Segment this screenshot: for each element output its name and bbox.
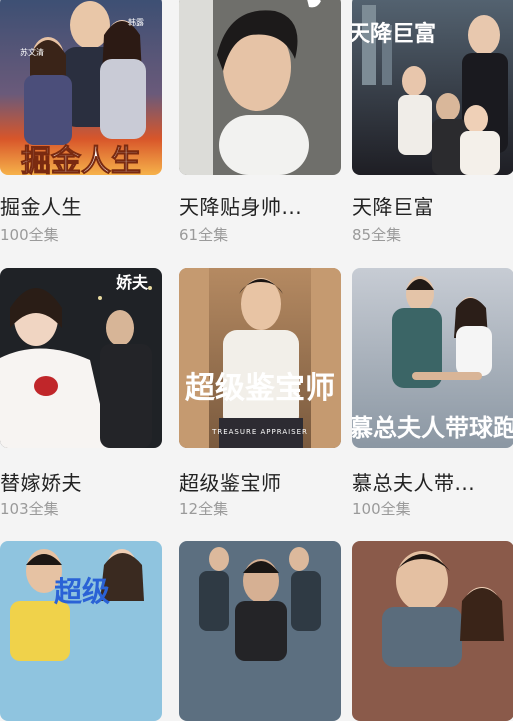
poster-title-text: 娇夫 [116,273,149,292]
poster-title-text: 慕总夫人带球跑 [352,413,513,442]
drama-episodes: 100全集 [352,500,411,518]
drama-grid: 掘金人生 苏文清 韩露 掘金人生 100全集 天降贴身帅... 61全集 天降巨… [0,0,513,721]
drama-episodes: 61全集 [179,226,229,244]
poster-tag: 韩露 [128,17,144,27]
drama-episodes: 103全集 [0,500,59,518]
drama-title[interactable]: 天降贴身帅... [179,191,302,220]
drama-title[interactable]: 掘金人生 [0,191,82,220]
poster-title-text: 天降巨富 [352,21,436,47]
drama-episodes: 100全集 [0,226,59,244]
drama-title[interactable]: 超级鉴宝师 [179,467,282,496]
drama-poster[interactable]: 超级鉴宝师 TREASURE APPRAISER [179,268,341,448]
drama-poster[interactable]: 慕总夫人带球跑 [352,268,513,448]
poster-subtitle-text: TREASURE APPRAISER [211,428,308,436]
drama-poster[interactable] [179,541,341,721]
drama-poster[interactable]: 超级 [0,541,162,721]
drama-poster[interactable]: 天降巨富 [352,0,513,175]
drama-episodes: 12全集 [179,500,229,518]
poster-tag: 苏文清 [20,47,44,57]
drama-poster[interactable] [179,0,341,175]
drama-title[interactable]: 替嫁娇夫 [0,467,82,496]
drama-episodes: 85全集 [352,226,402,244]
drama-poster[interactable]: 掘金人生 苏文清 韩露 [0,0,162,175]
drama-title[interactable]: 天降巨富 [352,191,434,220]
drama-poster[interactable]: 娇夫 [0,268,162,448]
drama-title[interactable]: 慕总夫人带... [352,467,475,496]
poster-title-text: 掘金人生 [21,144,141,175]
drama-poster[interactable] [352,541,513,721]
poster-title-text: 超级鉴宝师 [185,371,335,406]
poster-title-text: 超级 [54,575,110,608]
